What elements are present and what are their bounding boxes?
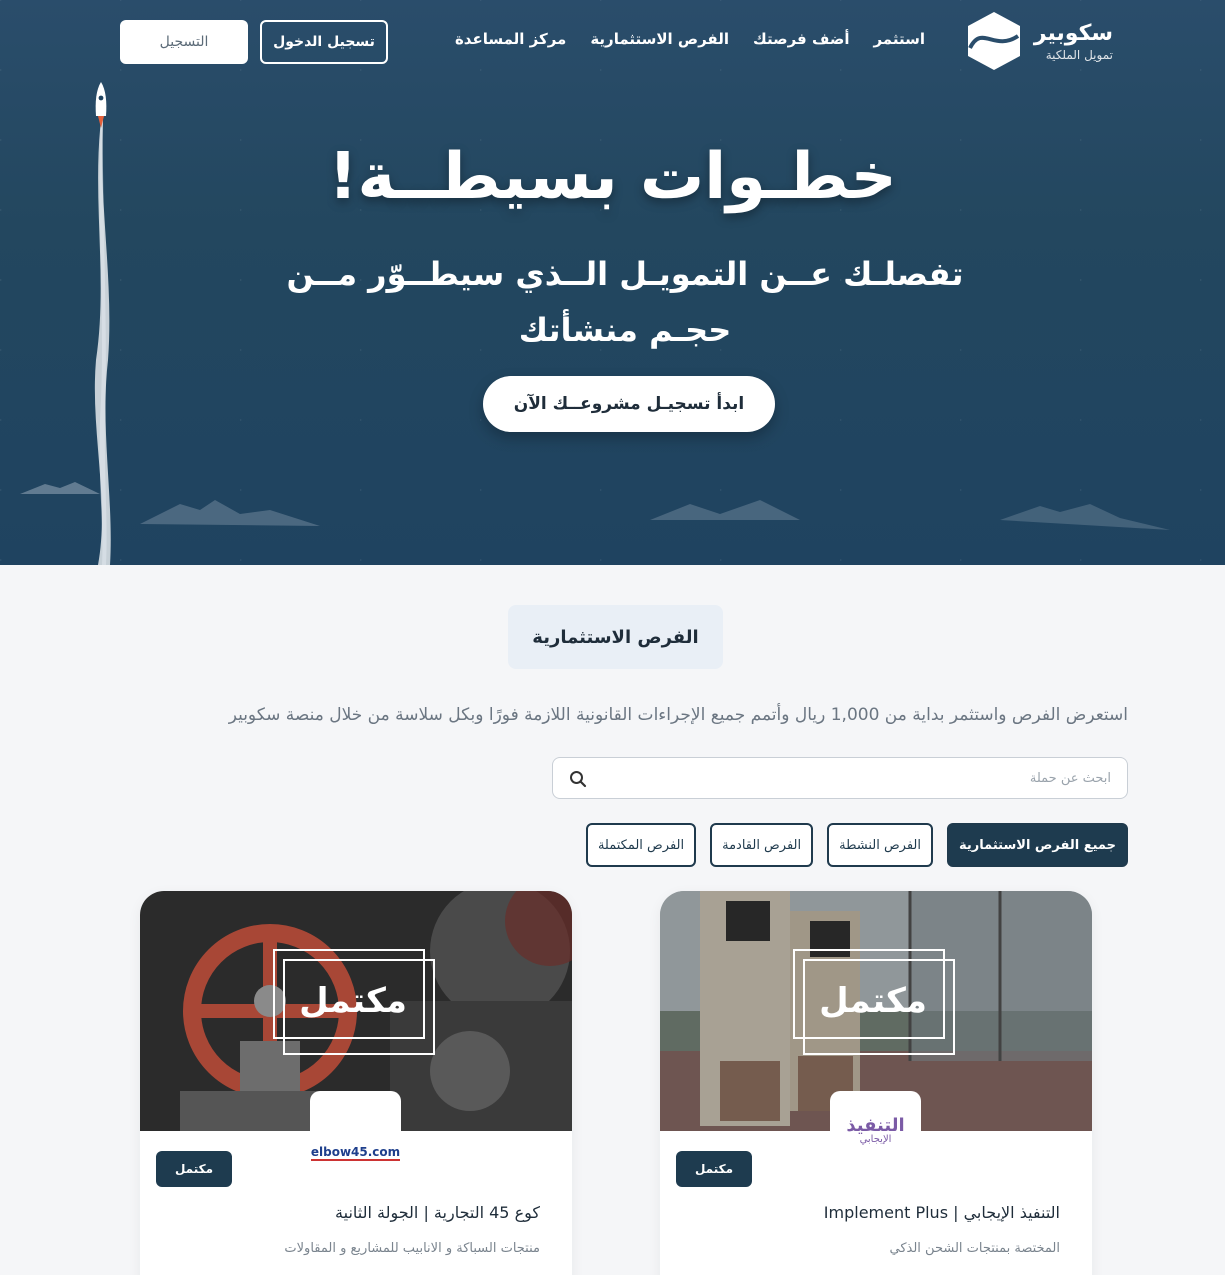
opportunity-card-implement-plus[interactable]: مكتمل التنفيذ الإيجابي مكتمل التنفيذ الإ… (660, 891, 1092, 1275)
filter-tabs: جميع الفرص الاستثمارية الفرص النشطة الفر… (585, 823, 1128, 867)
completed-overlay-text: مكتمل (819, 981, 927, 1021)
search-input[interactable] (553, 758, 1127, 798)
main-menu: استثمر أضف فرصتك الفرص الاستثمارية مركز … (455, 30, 925, 48)
mountains-illustration (20, 482, 1170, 530)
brand-name: سكوبير (1033, 20, 1113, 46)
section-description: استعرض الفرص واستثمر بداية من 1,000 ريال… (228, 705, 1128, 725)
completed-overlay: مكتمل (273, 949, 435, 1055)
hero-subtitle: تفصلـك عــن التمويـل الــذي سيطــوّر مــ… (286, 255, 964, 349)
search-icon[interactable] (569, 770, 587, 788)
nav-help-center[interactable]: مركز المساعدة (455, 30, 566, 48)
hero-title: خطـوات بسيطــة! (328, 140, 897, 214)
filter-upcoming[interactable]: الفرص القادمة (710, 823, 814, 867)
card-title[interactable]: كوع 45 التجارية | الجولة الثانية (335, 1203, 540, 1222)
completed-overlay-text: مكتمل (299, 981, 407, 1021)
filter-completed[interactable]: الفرص المكتملة (585, 823, 697, 867)
status-badge: مكتمل (676, 1151, 752, 1187)
company-logo-text: التنفيذ (846, 1115, 905, 1136)
hero-section: سكوبير تمويل الملكية استثمر أضف فرصتك ال… (0, 0, 1225, 565)
card-description: المختصة بمنتجات الشحن الذكي (889, 1241, 1061, 1256)
company-logo-text: elbow45.com (310, 1145, 401, 1161)
register-button[interactable]: التسجيل (120, 20, 248, 64)
card-title[interactable]: التنفيذ الإيجابي | Implement Plus (824, 1203, 1060, 1222)
filter-active[interactable]: الفرص النشطة (827, 823, 934, 867)
status-badge: مكتمل (156, 1151, 232, 1187)
completed-overlay: مكتمل (793, 949, 955, 1055)
brand-tagline: تمويل الملكية (1045, 47, 1113, 62)
filter-all[interactable]: جميع الفرص الاستثمارية (947, 823, 1128, 867)
company-logo: elbow45.com (310, 1091, 401, 1171)
opportunity-card-elbow45[interactable]: مكتمل elbow45.com مكتمل كوع 45 التجارية … (140, 891, 572, 1275)
company-logo: التنفيذ الإيجابي (830, 1091, 921, 1171)
section-title: الفرص الاستثمارية (508, 605, 723, 669)
company-logo-subtext: الإيجابي (859, 1134, 892, 1145)
start-registration-button[interactable]: ابدأ تسجيـل مشروعــك الآن (483, 376, 775, 432)
login-button[interactable]: تسجيل الدخول (260, 20, 388, 64)
top-navigation: سكوبير تمويل الملكية استثمر أضف فرصتك ال… (0, 0, 1225, 84)
nav-opportunities[interactable]: الفرص الاستثمارية (590, 30, 729, 48)
campaign-search (552, 757, 1128, 799)
brand-logo[interactable]: سكوبير تمويل الملكية (964, 10, 1113, 72)
nav-add-opportunity[interactable]: أضف فرصتك (753, 30, 849, 48)
hexagon-logo-icon (967, 12, 1020, 70)
card-description: منتجات السباكة و الانابيب للمشاريع و الم… (284, 1241, 540, 1256)
nav-invest[interactable]: استثمر (873, 30, 925, 48)
brand-text: سكوبير تمويل الملكية (1034, 21, 1113, 62)
